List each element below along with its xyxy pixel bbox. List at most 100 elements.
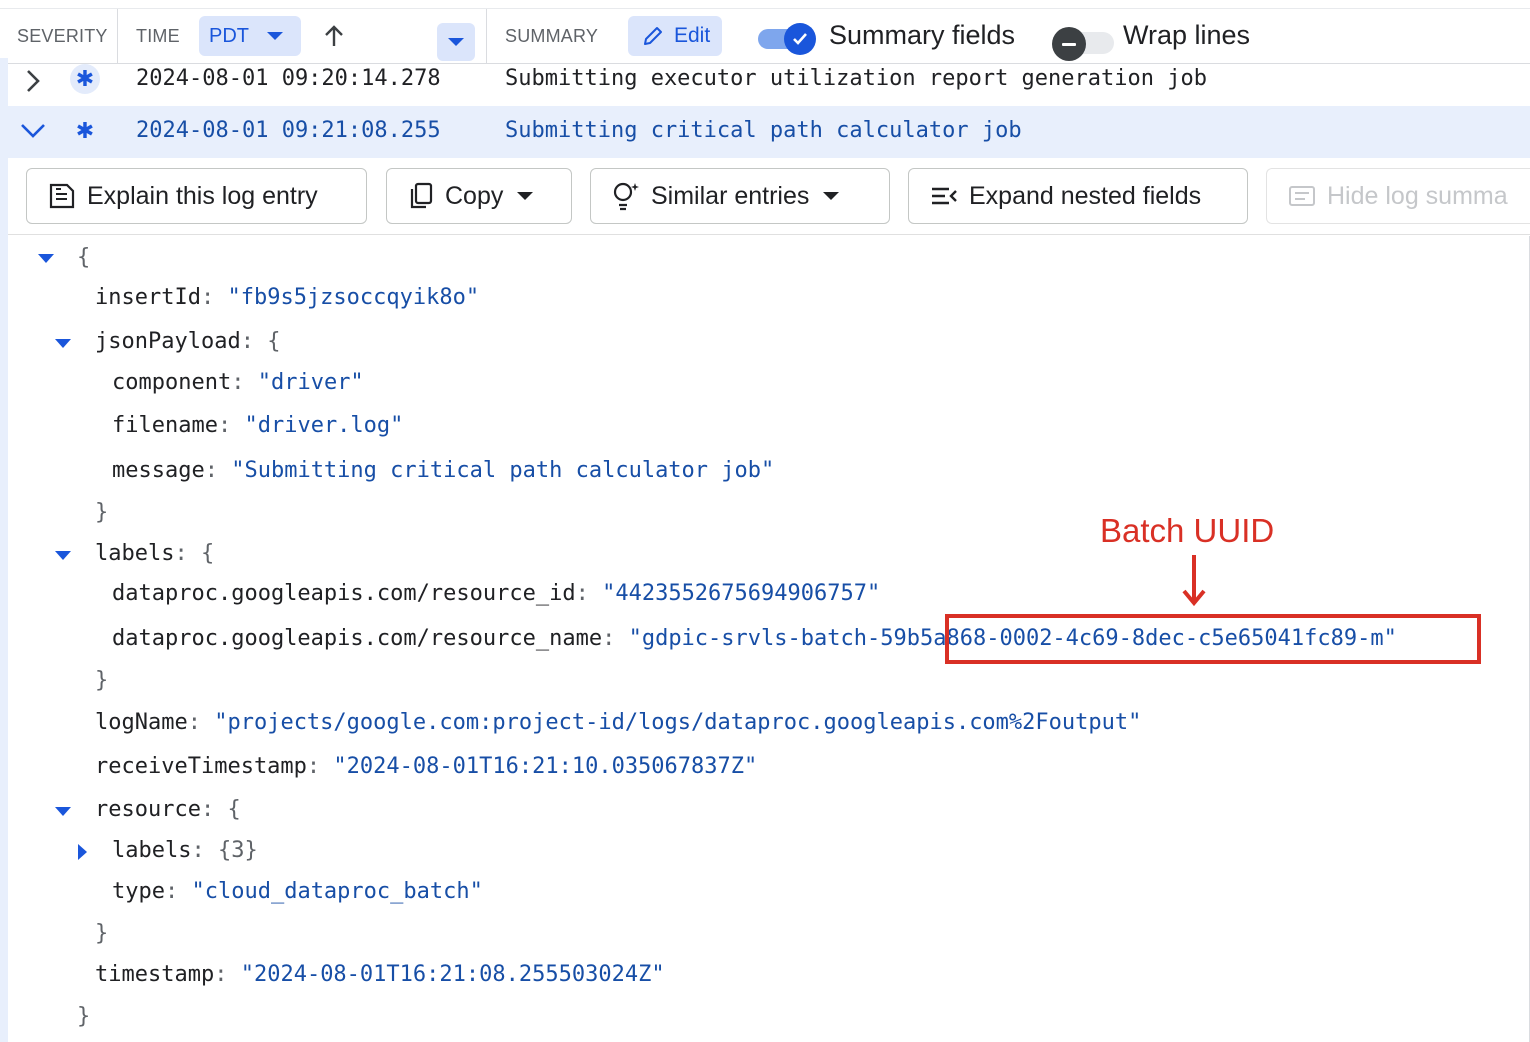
json-close-brace: } <box>95 921 109 946</box>
wrap-lines-label: Wrap lines <box>1123 20 1251 50</box>
summary-label: SUMMARY <box>505 25 599 46</box>
similar-entries-label: Similar entries <box>651 181 810 210</box>
wrap-lines-toggle[interactable] <box>1052 27 1114 61</box>
arrow-down-icon <box>1182 555 1206 607</box>
timezone-label: PDT <box>209 24 249 47</box>
json-key: resource <box>95 797 201 822</box>
json-close-brace: } <box>95 668 109 693</box>
json-field-labels[interactable]: labels: { <box>95 541 214 566</box>
edit-summary-button[interactable]: Edit <box>628 16 722 56</box>
json-key: labels <box>112 838 192 863</box>
json-key: insertId <box>95 285 201 310</box>
json-value: "fb9s5jzsoccqyik8o" <box>227 285 480 310</box>
chevron-right-icon[interactable] <box>22 68 44 94</box>
time-column-header[interactable]: TIME <box>136 9 180 63</box>
severity-column-header[interactable]: SEVERITY <box>17 9 108 63</box>
log-row[interactable]: ✱ 2024-08-01 09:20:14.278 Submitting exe… <box>0 58 1530 109</box>
json-field-resource-id[interactable]: dataproc.googleapis.com/resource_id: "44… <box>112 581 880 606</box>
json-field-component[interactable]: component: "driver" <box>112 370 364 395</box>
summary-fields-toggle[interactable] <box>758 23 818 55</box>
expand-resource-labels-icon[interactable] <box>78 844 87 860</box>
column-divider[interactable] <box>117 9 118 63</box>
json-field-filename[interactable]: filename: "driver.log" <box>112 413 403 438</box>
json-field-timestamp[interactable]: timestamp: "2024-08-01T16:21:08.25550302… <box>95 962 665 987</box>
json-field-insertId[interactable]: insertId: "fb9s5jzsoccqyik8o" <box>95 285 479 310</box>
json-key: filename <box>112 413 218 438</box>
time-options-dropdown[interactable] <box>437 23 475 61</box>
json-key: jsonPayload <box>95 329 241 354</box>
expand-nested-fields-button[interactable]: Expand nested fields <box>908 168 1248 224</box>
json-open-brace: { <box>200 541 215 566</box>
json-value: "cloud_dataproc_batch" <box>191 879 483 904</box>
row-summary: Submitting executor utilization report g… <box>505 66 1207 91</box>
batch-uuid-annotation-label: Batch UUID <box>1100 512 1275 549</box>
json-field-logName[interactable]: logName: "projects/google.com:project-id… <box>95 710 1141 735</box>
row-timestamp: 2024-08-01 09:21:08.255 <box>136 118 441 143</box>
json-value-prefix: "gdpic-srvls-batch- <box>628 626 881 651</box>
hide-log-summary-button[interactable]: Hide log summa <box>1266 168 1530 224</box>
expand-nested-fields-label: Expand nested fields <box>969 181 1202 210</box>
json-open-brace: { <box>227 797 241 822</box>
summary-column-header: SUMMARY <box>505 9 598 63</box>
json-collapsed-count: {3} <box>217 838 258 863</box>
time-label: TIME <box>136 25 180 46</box>
summary-icon <box>1289 186 1315 206</box>
chevron-down-icon <box>517 192 534 200</box>
pencil-icon <box>644 27 662 45</box>
json-value: "driver" <box>257 370 364 395</box>
log-row-selected[interactable]: ✱ 2024-08-01 09:21:08.255 Submitting cri… <box>0 106 1530 158</box>
json-field-type[interactable]: type: "cloud_dataproc_batch" <box>112 879 483 904</box>
collapse-labels-icon[interactable] <box>55 551 71 560</box>
collapse-root-icon[interactable] <box>38 254 54 263</box>
json-value: "2024-08-01T16:21:08.255503024Z" <box>240 962 665 987</box>
asterisk-icon: ✱ <box>70 64 100 94</box>
expand-fields-icon <box>932 187 957 205</box>
check-icon <box>784 23 816 55</box>
chevron-down-icon <box>823 192 840 200</box>
similar-entries-dropdown-button[interactable]: Similar entries <box>590 168 890 224</box>
collapse-jsonPayload-icon[interactable] <box>55 339 71 348</box>
collapse-resource-icon[interactable] <box>55 807 71 816</box>
copy-icon <box>410 182 433 209</box>
json-value: "projects/google.com:project-id/logs/dat… <box>214 710 1142 735</box>
json-key: receiveTimestamp <box>95 754 307 779</box>
json-field-resource-labels[interactable]: labels: {3} <box>112 838 258 863</box>
row-timestamp: 2024-08-01 09:20:14.278 <box>136 66 441 91</box>
chevron-down-icon <box>448 38 464 46</box>
timezone-dropdown[interactable]: PDT <box>199 16 301 56</box>
sort-button[interactable] <box>322 9 346 63</box>
row-summary: Submitting critical path calculator job <box>505 118 1022 143</box>
edit-label: Edit <box>674 24 711 47</box>
json-key: message <box>112 458 205 483</box>
copy-label: Copy <box>445 181 504 210</box>
json-value: "4423552675694906757" <box>602 581 881 606</box>
explain-log-entry-button[interactable]: Explain this log entry <box>26 168 367 224</box>
log-table-header: SEVERITY TIME PDT SUMMARY Edit Summary f… <box>0 8 1530 64</box>
json-key: dataproc.googleapis.com/resource_id <box>112 581 576 606</box>
json-close-brace: } <box>77 1004 91 1029</box>
json-field-resource[interactable]: resource: { <box>95 797 241 822</box>
chevron-down-icon[interactable] <box>18 120 48 142</box>
asterisk-icon: ✱ <box>75 118 95 143</box>
minus-icon <box>1052 27 1086 61</box>
explain-label: Explain this log entry <box>87 181 318 210</box>
json-key: timestamp <box>95 962 215 987</box>
json-key: dataproc.googleapis.com/resource_name <box>112 626 603 651</box>
json-field-receiveTimestamp[interactable]: receiveTimestamp: "2024-08-01T16:21:10.0… <box>95 754 757 779</box>
severity-label: SEVERITY <box>17 25 108 46</box>
arrow-up-icon <box>325 25 343 46</box>
hide-log-summary-label: Hide log summa <box>1327 181 1508 210</box>
json-field-jsonPayload[interactable]: jsonPayload: { <box>95 329 280 354</box>
explain-icon <box>49 183 75 209</box>
json-key: type <box>112 879 165 904</box>
json-close-brace: } <box>95 500 109 525</box>
copy-dropdown-button[interactable]: Copy <box>386 168 572 224</box>
summary-fields-label: Summary fields <box>829 20 1016 50</box>
json-open-brace: { <box>267 329 281 354</box>
json-key: labels <box>95 541 175 566</box>
json-field-message[interactable]: message: "Submitting critical path calcu… <box>112 458 774 483</box>
selection-indicator <box>0 58 8 1042</box>
json-value: "driver.log" <box>244 413 404 438</box>
lightbulb-icon <box>613 182 639 211</box>
column-divider[interactable] <box>486 9 487 63</box>
